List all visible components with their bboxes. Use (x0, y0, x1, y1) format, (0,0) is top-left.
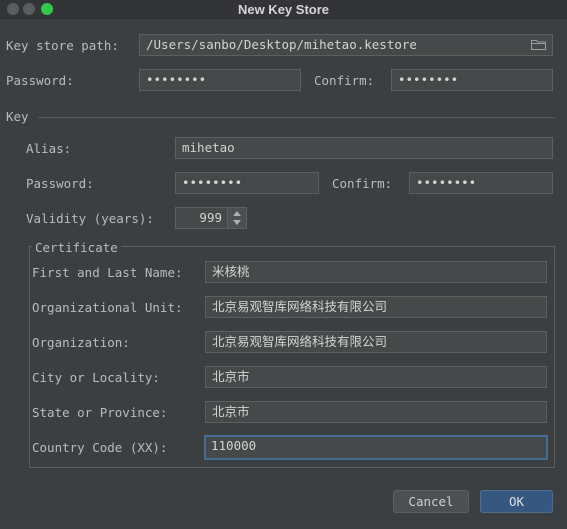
state-field[interactable]: 北京市 (205, 401, 547, 423)
city-label: City or Locality: (32, 370, 160, 385)
key-confirm-field[interactable]: •••••••• (409, 172, 553, 194)
key-section-divider (38, 117, 555, 118)
key-section-label: Key (6, 109, 29, 124)
cancel-button[interactable]: Cancel (393, 490, 469, 513)
keystore-password-field[interactable]: •••••••• (139, 69, 301, 91)
name-label: First and Last Name: (32, 265, 183, 280)
window-title: New Key Store (237, 2, 330, 17)
country-code-label: Country Code (XX): (32, 440, 168, 455)
title-bar: New Key Store (0, 0, 567, 19)
validity-value: 999 (199, 210, 222, 225)
alias-label: Alias: (26, 141, 72, 156)
org-unit-label: Organizational Unit: (32, 300, 183, 315)
increment-arrow-icon[interactable] (233, 211, 241, 216)
state-label: State or Province: (32, 405, 168, 420)
key-confirm-label: Confirm: (332, 176, 393, 191)
keystore-path-value: /Users/sanbo/Desktop/mihetao.kestore (146, 37, 417, 52)
keystore-confirm-label: Confirm: (314, 73, 375, 88)
keystore-password-label: Password: (6, 73, 74, 88)
key-password-field[interactable]: •••••••• (175, 172, 319, 194)
alias-field[interactable]: mihetao (175, 137, 553, 159)
ok-button[interactable]: OK (480, 490, 553, 513)
keystore-confirm-field[interactable]: •••••••• (391, 69, 553, 91)
certificate-legend: Certificate (32, 240, 121, 255)
name-field[interactable]: 米核桃 (205, 261, 547, 283)
validity-stepper[interactable] (227, 208, 246, 228)
country-code-field[interactable]: 110000 (204, 435, 548, 460)
organization-label: Organization: (32, 335, 130, 350)
keystore-path-label: Key store path: (6, 38, 119, 53)
keystore-path-field[interactable]: /Users/sanbo/Desktop/mihetao.kestore (139, 34, 553, 56)
organization-field[interactable]: 北京易观智库网络科技有限公司 (205, 331, 547, 353)
org-unit-field[interactable]: 北京易观智库网络科技有限公司 (205, 296, 547, 318)
decrement-arrow-icon[interactable] (233, 220, 241, 225)
city-field[interactable]: 北京市 (205, 366, 547, 388)
folder-icon[interactable] (531, 39, 546, 50)
validity-spinner[interactable]: 999 (175, 207, 247, 229)
key-password-label: Password: (26, 176, 94, 191)
validity-label: Validity (years): (26, 211, 154, 226)
